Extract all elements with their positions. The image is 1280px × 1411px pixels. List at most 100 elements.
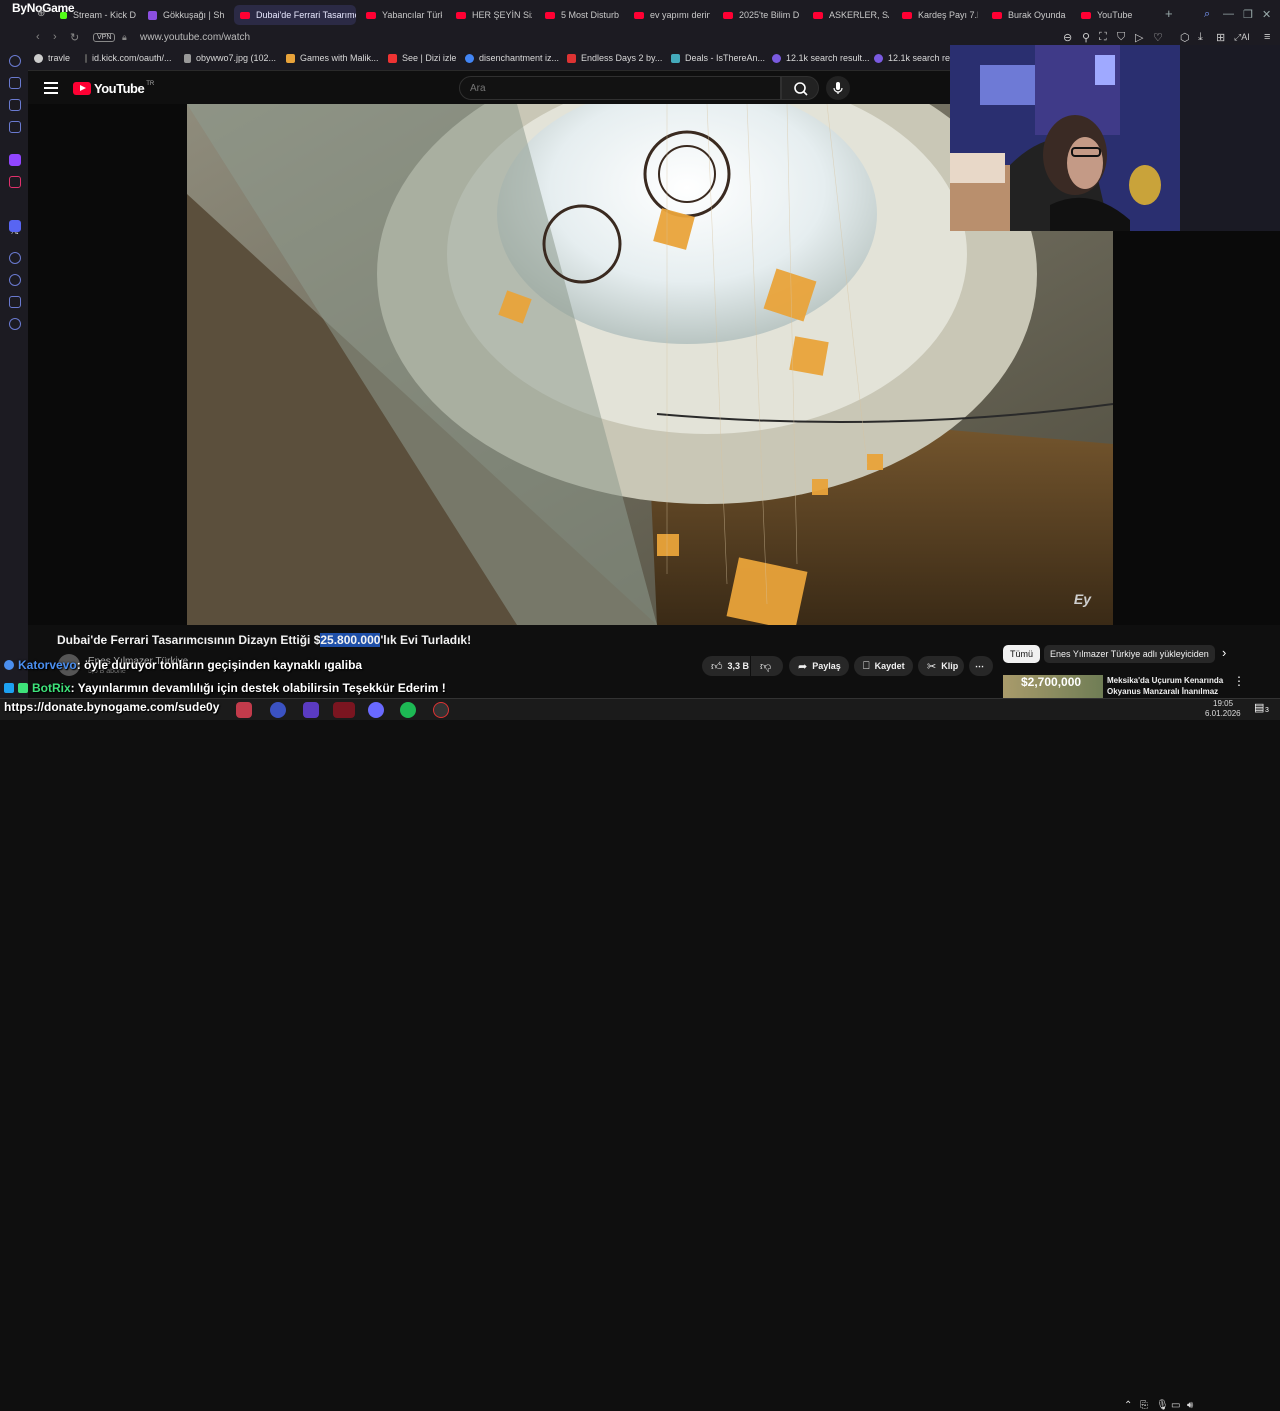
bookmark-1[interactable]: id.kick.com/oauth/... bbox=[85, 53, 172, 63]
ai-button[interactable]: ⤢AI bbox=[1234, 32, 1250, 43]
travle-icon bbox=[34, 53, 43, 63]
sidebar-messenger-icon[interactable] bbox=[9, 99, 21, 111]
minimize-icon[interactable]: — bbox=[1223, 8, 1234, 20]
voice-search-button[interactable] bbox=[826, 76, 850, 100]
gift-icon[interactable]: ⊞ bbox=[1216, 31, 1225, 44]
clock-time[interactable]: 19:05 bbox=[1213, 699, 1233, 708]
save-button[interactable]: ⎕ Kaydet bbox=[854, 656, 913, 676]
mod-badge-icon bbox=[18, 683, 28, 693]
vpn-badge[interactable]: VPN bbox=[93, 33, 116, 42]
history-icon[interactable] bbox=[9, 274, 21, 286]
share-button[interactable]: ➦ Paylaş bbox=[789, 656, 849, 676]
recommended-more-icon[interactable]: ⋮ bbox=[1233, 674, 1245, 688]
sidebar-translate-icon[interactable] bbox=[9, 77, 21, 89]
chat-username: Katorvevo bbox=[18, 658, 77, 672]
lock-icon[interactable]: 🔒︎ bbox=[122, 32, 127, 43]
tab-0[interactable]: Stream - Kick D bbox=[60, 5, 136, 25]
instagram-icon[interactable] bbox=[9, 176, 21, 188]
tab-2-active[interactable]: Dubai'de Ferrari Tasarımc bbox=[234, 5, 356, 25]
spotify-icon[interactable] bbox=[400, 702, 416, 718]
tab-9[interactable]: Kardeş Payı 7.B bbox=[902, 5, 978, 25]
bookmark-0[interactable]: travle bbox=[34, 53, 70, 63]
notification-icon[interactable]: ▤ bbox=[1254, 701, 1264, 714]
search-button[interactable] bbox=[781, 76, 819, 100]
tab-8[interactable]: ASKERLER, SAV bbox=[813, 5, 889, 25]
taskbar-app-icon[interactable] bbox=[368, 702, 384, 718]
restore-icon[interactable]: ❐ bbox=[1243, 8, 1253, 21]
search-input[interactable] bbox=[459, 76, 781, 100]
taskbar-app-icon[interactable] bbox=[270, 702, 286, 718]
close-icon[interactable]: ✕ bbox=[1262, 8, 1271, 21]
chip-all[interactable]: Tümü bbox=[1003, 645, 1041, 663]
chat-text: https://donate.bynogame.com/sude0y bbox=[4, 700, 220, 714]
bookmark-6[interactable]: Endless Days 2 by... bbox=[567, 53, 662, 63]
hamburger-menu-icon[interactable] bbox=[44, 82, 58, 94]
screenshot-icon[interactable]: ⛶ bbox=[1099, 31, 1107, 44]
tray-network-icon[interactable]: ▭ bbox=[1171, 1400, 1180, 1411]
tab-3[interactable]: Yabancılar Türk bbox=[366, 5, 442, 25]
clock-date[interactable]: 6.01.2026 bbox=[1205, 709, 1241, 718]
settings-icon[interactable] bbox=[9, 318, 21, 330]
chip-uploader[interactable]: Enes Yılmazer Türkiye adlı yükleyiciden bbox=[1044, 645, 1215, 663]
bookmark-4[interactable]: See | Dizi izle bbox=[388, 53, 456, 63]
forward-icon[interactable]: › bbox=[53, 31, 57, 43]
sidebar-m-icon[interactable] bbox=[9, 121, 21, 133]
taskbar-app-icon[interactable] bbox=[433, 702, 449, 718]
tab-5[interactable]: 5 Most Disturb bbox=[545, 5, 621, 25]
bookmark-3[interactable]: Games with Malik... bbox=[286, 53, 379, 63]
dislike-button[interactable]: 👎︎ bbox=[751, 656, 783, 676]
discord-icon[interactable] bbox=[9, 220, 21, 232]
new-tab-button[interactable]: + bbox=[1165, 6, 1173, 21]
extensions-icon[interactable]: ⬡ bbox=[1180, 31, 1190, 44]
clip-button[interactable]: ✂ Klip bbox=[918, 656, 964, 676]
bookmark-label: 12.1k search result... bbox=[786, 53, 870, 63]
sidebar-play-icon[interactable] bbox=[9, 252, 21, 264]
tab-7[interactable]: 2025'te Bilim D bbox=[723, 5, 799, 25]
bookmark-5[interactable]: disenchantment iz... bbox=[465, 53, 559, 63]
recommended-thumbnail[interactable]: $2,700,000 bbox=[1003, 675, 1103, 698]
tab-1[interactable]: Gökkuşağı | Sh bbox=[148, 5, 224, 25]
sidebar-extension-icon[interactable] bbox=[9, 296, 21, 308]
heart-icon[interactable]: ♡ bbox=[1153, 31, 1163, 44]
youtube-favicon-icon bbox=[992, 11, 1002, 19]
play-icon[interactable]: ▷ bbox=[1135, 31, 1143, 44]
tab-6[interactable]: ev yapımı derin bbox=[634, 5, 710, 25]
tray-volume-icon[interactable]: 🔊︎ bbox=[1187, 1400, 1193, 1411]
like-button[interactable]: 👍︎ 3,3 B bbox=[702, 656, 750, 676]
search-icon[interactable]: ⌕ bbox=[1204, 8, 1210, 21]
youtube-favicon-icon bbox=[240, 11, 250, 19]
more-actions-button[interactable]: ⋯ bbox=[969, 656, 993, 676]
taskbar-app-icon[interactable] bbox=[333, 702, 355, 718]
tray-device-icon[interactable]: ⎘ bbox=[1140, 1400, 1148, 1411]
youtube-favicon-icon bbox=[634, 11, 644, 19]
download-icon[interactable]: ⤓ bbox=[1198, 31, 1203, 44]
shield-icon[interactable]: ⛉ bbox=[1117, 31, 1125, 44]
recommended-title[interactable]: Meksika'da Uçurum Kenarında Okyanus Manz… bbox=[1107, 675, 1225, 698]
zoom-icon[interactable]: ⊖ bbox=[1063, 31, 1072, 44]
bookmark-9[interactable]: 12.1k search res bbox=[874, 53, 955, 63]
bookmark-label: 12.1k search res bbox=[888, 53, 955, 63]
taskbar-app-icon[interactable] bbox=[303, 702, 319, 718]
tab-11[interactable]: YouTube bbox=[1081, 5, 1157, 25]
tray-mic-icon[interactable]: 🎙︎ bbox=[1156, 1400, 1169, 1411]
youtube-logo[interactable]: YouTube TR bbox=[73, 81, 154, 96]
pin-icon[interactable]: ⚲ bbox=[1082, 31, 1090, 44]
menu-icon[interactable]: ≡ bbox=[1264, 31, 1270, 43]
itch-icon bbox=[567, 53, 576, 63]
chips-next-icon[interactable]: › bbox=[1222, 645, 1226, 660]
taskbar-app-icon[interactable] bbox=[236, 702, 252, 718]
reload-icon[interactable]: ↻ bbox=[70, 31, 79, 44]
globe-icon[interactable]: ⊕ bbox=[37, 8, 45, 19]
bookmark-7[interactable]: Deals - IsThereAn... bbox=[671, 53, 765, 63]
sidebar-refresh-icon[interactable] bbox=[9, 55, 21, 67]
thumbs-up-icon: 👍︎ bbox=[711, 660, 723, 673]
twitch-icon[interactable] bbox=[9, 154, 21, 166]
tab-10[interactable]: Burak Oyunda bbox=[992, 5, 1068, 25]
tab-label: Gökkuşağı | Sh bbox=[163, 10, 224, 20]
bookmark-2[interactable]: obywwo7.jpg (102... bbox=[184, 53, 276, 63]
bookmark-8[interactable]: 12.1k search result... bbox=[772, 53, 870, 63]
tray-expand-icon[interactable]: ⌃ bbox=[1124, 1400, 1132, 1411]
back-icon[interactable]: ‹ bbox=[36, 31, 40, 43]
tab-4[interactable]: HER ŞEYİN Sizi bbox=[456, 5, 532, 25]
url-field[interactable]: www.youtube.com/watch bbox=[140, 32, 250, 43]
